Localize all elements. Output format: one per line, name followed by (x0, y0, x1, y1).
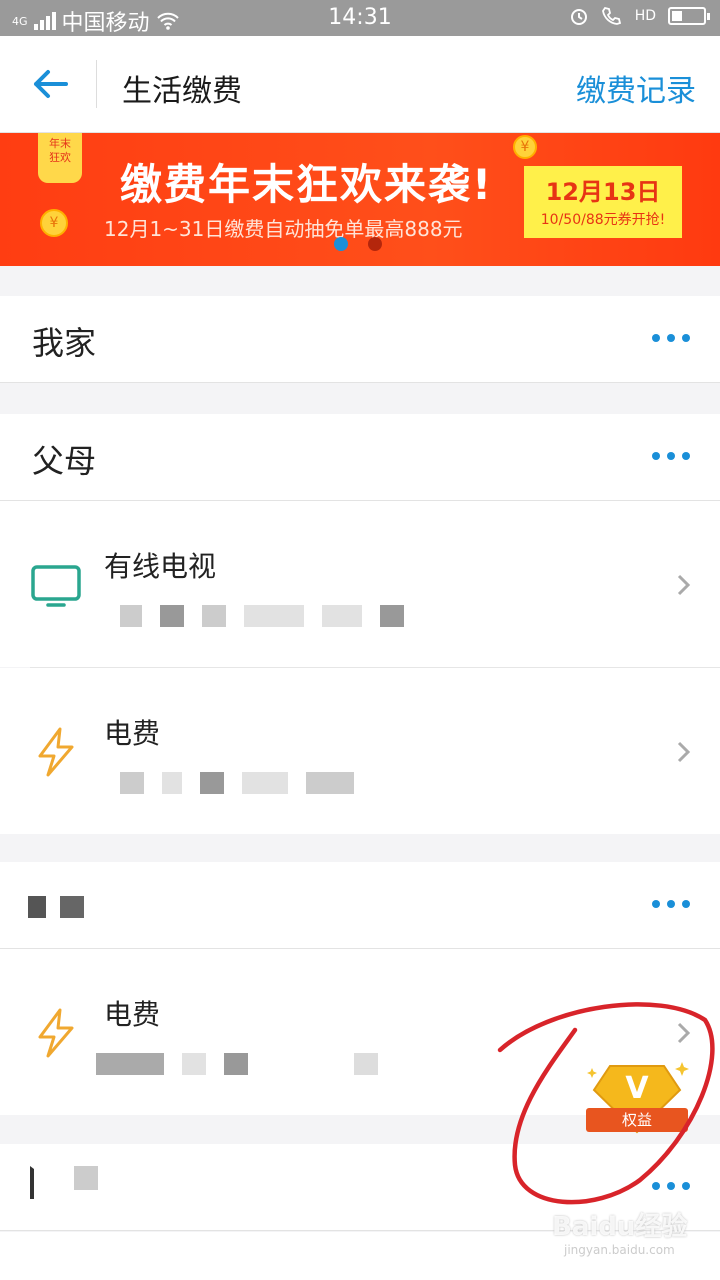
group-name: 父母 (32, 442, 97, 480)
coin-icon: ¥ (513, 135, 537, 159)
carousel-dot[interactable] (334, 237, 348, 251)
corner-tag: 年末 狂欢 (38, 133, 82, 183)
promo-text: 10/50/88元券开抢! (540, 212, 666, 228)
bill-item-name: 有线电视 (104, 550, 217, 583)
bill-item-name: 电费 (104, 717, 161, 750)
chevron-right-icon (677, 574, 691, 596)
header-divider (96, 60, 97, 108)
bill-item-name: 电费 (104, 998, 161, 1031)
coin-icon: ¥ (40, 209, 68, 237)
tv-icon (31, 565, 81, 607)
group-name-redacted (28, 896, 84, 918)
group-header[interactable] (0, 862, 720, 949)
account-number-redacted (120, 605, 404, 627)
banner-headline: 缴费年末狂欢来袭! (120, 160, 494, 209)
group-name-redacted (30, 1166, 98, 1199)
alarm-icon (570, 9, 587, 25)
more-options-icon[interactable] (652, 334, 690, 342)
baidu-watermark: Baidu经验 jingyan.baidu.com (552, 1212, 688, 1257)
status-bar: 4G 中国移动 14:31 HD (0, 0, 720, 36)
group-name: 我家 (32, 324, 97, 362)
bill-item[interactable]: 有线电视 (0, 501, 720, 667)
phone-icon (601, 6, 621, 25)
red-annotation-circle (497, 1002, 715, 1205)
back-arrow-icon[interactable] (30, 64, 70, 104)
payment-record-link[interactable]: 缴费记录 (576, 66, 696, 110)
promo-date: 12月13日 (545, 178, 661, 206)
battery-icon (668, 7, 710, 25)
lightning-icon (38, 1008, 74, 1058)
group-header[interactable]: 父母 (0, 414, 720, 501)
lightning-icon (38, 727, 74, 777)
app-header: 生活缴费 缴费记录 (0, 36, 720, 133)
carousel-dot[interactable] (368, 237, 382, 251)
more-options-icon[interactable] (652, 900, 690, 908)
hd-indicator: HD (634, 8, 656, 24)
group-header[interactable]: 我家 (0, 296, 720, 383)
banner-subline: 12月1~31日缴费自动抽免单最高888元 (104, 217, 463, 241)
account-number-redacted (96, 1053, 378, 1075)
chevron-right-icon (677, 741, 691, 763)
more-options-icon[interactable] (652, 452, 690, 460)
page-title: 生活缴费 (122, 74, 242, 109)
carousel-dots (334, 237, 382, 251)
promo-banner[interactable]: 年末 狂欢 ¥ ¥ 缴费年末狂欢来袭! 12月1~31日缴费自动抽免单最高888元… (0, 133, 720, 266)
promo-coupon-box[interactable]: 12月13日 10/50/88元券开抢! (524, 166, 682, 238)
account-number-redacted (120, 772, 354, 794)
bill-item[interactable]: 电费 (0, 668, 720, 834)
